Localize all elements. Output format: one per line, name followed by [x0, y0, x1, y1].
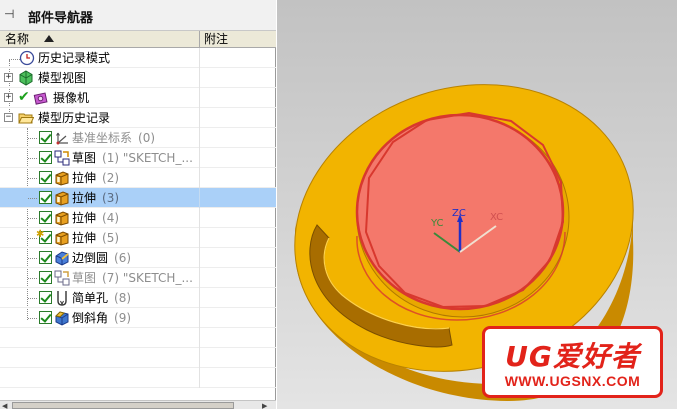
part-navigator-panel: ⊣ 部件导航器 名称 附注 历史记录模式 + 模型视图 + ✔ 摄像机 − 模型…	[0, 0, 276, 409]
watermark-url: WWW.UGSNX.COM	[504, 373, 641, 389]
scrollbar-thumb[interactable]	[12, 402, 234, 409]
checkbox[interactable]	[39, 251, 52, 264]
tree-row-label: 模型历史记录	[38, 111, 111, 125]
checkbox[interactable]	[39, 191, 52, 204]
feature-row-datum-csys[interactable]: 基准坐标系 (0)	[0, 128, 276, 148]
hole-icon	[54, 290, 70, 306]
warning-star-icon: ✱	[36, 229, 45, 240]
clock-icon	[19, 50, 35, 66]
feature-label: 拉伸 (4)	[72, 211, 120, 225]
checkbox[interactable]	[39, 271, 52, 284]
feature-row-extrude-4[interactable]: 拉伸 (4)	[0, 208, 276, 228]
sketch-icon	[54, 150, 70, 166]
checkbox[interactable]	[39, 171, 52, 184]
extrude-icon	[54, 170, 70, 186]
navigator-title: 部件导航器	[28, 11, 94, 26]
column-name-header[interactable]: 名称	[0, 31, 200, 48]
datum-csys-icon	[54, 130, 70, 146]
yc-axis-label: YC	[430, 218, 444, 229]
column-header: 名称 附注	[0, 31, 276, 48]
feature-label: 简单孔 (8)	[72, 291, 132, 305]
feature-label: 倒斜角 (9)	[72, 311, 132, 325]
empty-row	[0, 328, 276, 348]
scroll-right-arrow-icon[interactable]: ▶	[262, 402, 267, 409]
tree-row-history-mode[interactable]: 历史记录模式	[0, 48, 276, 68]
feature-row-sketch-7[interactable]: 草图 (7) "SKETCH_...	[0, 268, 276, 288]
tree-row-label: 模型视图	[38, 71, 87, 85]
feature-row-edge-blend-6[interactable]: 边倒圆 (6)	[0, 248, 276, 268]
feature-row-sketch-1[interactable]: 草图 (1) "SKETCH_...	[0, 148, 276, 168]
extrude-icon	[54, 230, 70, 246]
expand-toggle[interactable]: +	[4, 93, 13, 102]
folder-open-icon	[18, 110, 34, 126]
tree-row-cameras[interactable]: + ✔ 摄像机	[0, 88, 276, 108]
expand-toggle[interactable]: +	[4, 73, 13, 82]
watermark-text: UG爱好者	[505, 340, 640, 373]
feature-row-extrude-2[interactable]: 拉伸 (2)	[0, 168, 276, 188]
tree-row-label: 历史记录模式	[38, 51, 111, 65]
empty-row	[0, 368, 276, 388]
sort-ascending-icon	[44, 35, 54, 42]
zc-axis-label: ZC	[452, 208, 466, 219]
sketch-icon	[54, 270, 70, 286]
column-note-label: 附注	[204, 32, 229, 46]
feature-row-extrude-5[interactable]: ✱ 拉伸 (5)	[0, 228, 276, 248]
feature-label: 拉伸 (2)	[72, 171, 120, 185]
feature-label: 拉伸 (5)	[72, 231, 120, 245]
feature-row-chamfer-9[interactable]: 倒斜角 (9)	[0, 308, 276, 328]
extrude-icon	[54, 190, 70, 206]
checkbox[interactable]	[39, 131, 52, 144]
tree-row-label: 摄像机	[53, 91, 90, 105]
feature-row-simple-hole-8[interactable]: 简单孔 (8)	[0, 288, 276, 308]
column-note-header[interactable]: 附注	[204, 31, 228, 47]
feature-tree: 历史记录模式 + 模型视图 + ✔ 摄像机 − 模型历史记录 基准坐标系 (0)…	[0, 48, 276, 400]
tree-row-model-history[interactable]: − 模型历史记录	[0, 108, 276, 128]
collapse-toggle[interactable]: −	[4, 113, 13, 122]
feature-label: 拉伸 (3)	[72, 191, 120, 205]
scroll-left-arrow-icon[interactable]: ◀	[2, 402, 7, 409]
chamfer-icon	[54, 310, 70, 326]
checkbox[interactable]	[39, 291, 52, 304]
pin-icon[interactable]: ⊣	[4, 7, 14, 21]
column-name-label: 名称	[5, 32, 30, 46]
watermark-badge: UG爱好者 WWW.UGSNX.COM	[482, 326, 663, 398]
checkbox[interactable]	[39, 311, 52, 324]
model-views-icon	[18, 70, 34, 86]
feature-label: 边倒圆 (6)	[72, 251, 132, 265]
feature-label: 基准坐标系 (0)	[72, 131, 156, 145]
edge-blend-icon	[54, 250, 70, 266]
xc-axis-label: XC	[490, 212, 503, 223]
tree-row-model-views[interactable]: + 模型视图	[0, 68, 276, 88]
empty-row	[0, 348, 276, 368]
checkbox[interactable]	[39, 211, 52, 224]
feature-label: 草图 (1) "SKETCH_...	[72, 151, 193, 165]
feature-row-extrude-3[interactable]: 拉伸 (3)	[0, 188, 276, 208]
extrude-icon	[54, 210, 70, 226]
feature-label: 草图 (7) "SKETCH_...	[72, 271, 193, 285]
checkbox[interactable]	[39, 151, 52, 164]
navigator-title-bar: ⊣ 部件导航器	[0, 0, 276, 31]
visible-check-icon[interactable]: ✔	[18, 89, 30, 105]
camera-icon	[33, 90, 49, 106]
horizontal-scrollbar[interactable]: ◀ ▶	[0, 400, 276, 409]
